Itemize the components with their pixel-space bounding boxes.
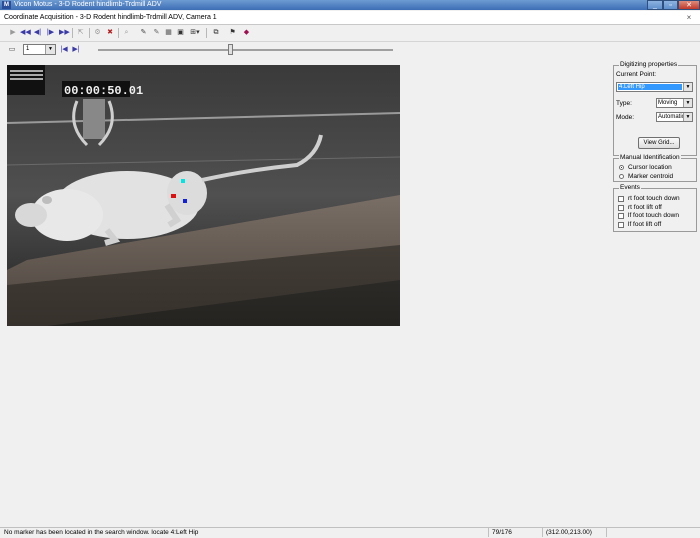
chevron-down-icon[interactable]: ▼ xyxy=(683,113,692,121)
play-icon[interactable]: ▶ xyxy=(9,28,17,38)
camera-icon[interactable]: ▣ xyxy=(176,28,185,38)
chevron-down-icon[interactable]: ▼ xyxy=(683,99,692,107)
layout-icon[interactable]: ⊞▾ xyxy=(188,28,202,38)
status-coordinates: (312.00,213.00) xyxy=(542,528,606,537)
next-frame-icon[interactable]: ▶| xyxy=(72,45,80,55)
group-title: Events xyxy=(619,184,641,192)
magnifier-icon[interactable]: ⌕ xyxy=(122,28,131,38)
current-point-select[interactable]: 4.Left Hip ▼ xyxy=(616,82,693,92)
toolbar-separator xyxy=(118,28,119,38)
marker-centroid-label: Marker centroid xyxy=(628,173,674,180)
chevron-down-icon[interactable]: ▼ xyxy=(683,83,692,91)
status-empty-panel xyxy=(606,528,670,537)
marker-point[interactable] xyxy=(183,199,187,203)
app-logo-icon: M xyxy=(2,1,11,9)
cursor-location-label: Cursor location xyxy=(628,164,672,171)
frame-slider-track[interactable] xyxy=(98,49,393,51)
rewind-icon[interactable]: ◀◀ xyxy=(20,28,31,38)
mode-label: Mode: xyxy=(616,114,635,121)
close-button[interactable]: ✕ xyxy=(678,0,700,10)
document-caption: Coordinate Acquisition - 3-D Rodent hind… xyxy=(0,11,700,25)
film-strip-icon[interactable]: ▭ xyxy=(6,45,18,55)
lf-foot-touch-down-checkbox[interactable] xyxy=(618,213,624,219)
toolbar-separator xyxy=(89,28,90,38)
toolbar-separator xyxy=(72,28,73,38)
status-frame-counter: 79/176 xyxy=(488,528,540,537)
lf-foot-lift-off-checkbox[interactable] xyxy=(618,222,624,228)
toolbar-separator xyxy=(206,28,207,38)
event-label: lf foot touch down xyxy=(628,212,679,219)
event-label: lf foot lift off xyxy=(628,221,662,228)
event-label: rt foot lift off xyxy=(628,204,662,211)
frame-number-select[interactable]: 1 ▼ xyxy=(23,44,56,55)
current-point-value: 4.Left Hip xyxy=(618,84,682,90)
flag-icon[interactable]: ⚑ xyxy=(228,28,237,38)
window-title: Vicon Motus - 3-D Rodent hindlimb-Trdmil… xyxy=(14,1,162,8)
playback-toolbar: ▶ ◀◀ ◀| |▶ ▶▶ ⇱ ⚙ ✖ ⌕ ✎ ✎ ▦ ▣ ⊞▾ ⧉ ⚑ ◆ xyxy=(0,25,700,42)
clear-marker-icon[interactable]: ✖ xyxy=(105,28,115,38)
minimize-button[interactable]: _ xyxy=(647,0,663,10)
view-grid-button[interactable]: View Grid... xyxy=(638,137,680,149)
frame-toolbar: ▭ 1 ▼ |◀ ▶| xyxy=(0,42,700,58)
multi-pen-icon[interactable]: ✎ xyxy=(152,28,161,38)
rodent-treadmill-image: 00:00:50.01 xyxy=(7,65,400,326)
document-close-button[interactable]: × xyxy=(683,12,695,23)
marker-point[interactable] xyxy=(171,194,176,198)
marker-point[interactable] xyxy=(181,179,185,183)
chevron-down-icon[interactable]: ▼ xyxy=(45,45,55,54)
marker-centroid-radio[interactable] xyxy=(619,174,624,179)
properties-icon[interactable]: ⧉ xyxy=(211,28,221,38)
mode-value: Automatic xyxy=(658,114,683,120)
cursor-location-radio[interactable] xyxy=(619,165,624,170)
rt-foot-touch-down-checkbox[interactable] xyxy=(618,196,624,202)
status-bar: No marker has been located in the search… xyxy=(0,527,700,538)
mode-select[interactable]: Automatic ▼ xyxy=(656,112,693,122)
auto-track-icon[interactable]: ⚙ xyxy=(93,28,102,38)
type-select[interactable]: Moving ▼ xyxy=(656,98,693,108)
group-title: Digitizing properties xyxy=(619,61,679,69)
current-point-label: Current Point: xyxy=(616,71,657,78)
type-value: Moving xyxy=(658,100,678,106)
frame-slider-thumb[interactable] xyxy=(228,44,233,55)
title-bar: M Vicon Motus - 3-D Rodent hindlimb-Trdm… xyxy=(0,0,700,10)
rt-foot-lift-off-checkbox[interactable] xyxy=(618,205,624,211)
first-frame-icon[interactable]: ⇱ xyxy=(76,28,85,38)
document-title: Coordinate Acquisition - 3-D Rodent hind… xyxy=(4,14,217,21)
maximize-button[interactable]: ▫ xyxy=(663,0,678,10)
video-timestamp: 00:00:50.01 xyxy=(64,84,143,98)
fast-forward-icon[interactable]: ▶▶ xyxy=(59,28,70,38)
previous-frame-icon[interactable]: |◀ xyxy=(60,45,68,55)
book-icon[interactable]: ◆ xyxy=(242,28,251,38)
event-label: rt foot touch down xyxy=(628,195,680,202)
pen-icon[interactable]: ✎ xyxy=(139,28,148,38)
step-forward-icon[interactable]: |▶ xyxy=(46,28,55,38)
frame-number-value: 1 xyxy=(26,46,30,52)
grid-tool-icon[interactable]: ▦ xyxy=(164,28,173,38)
camera-video-frame[interactable]: 00:00:50.01 xyxy=(7,65,400,326)
type-label: Type: xyxy=(616,100,632,107)
group-title: Manual Identification xyxy=(619,154,681,162)
step-back-icon[interactable]: ◀| xyxy=(33,28,42,38)
